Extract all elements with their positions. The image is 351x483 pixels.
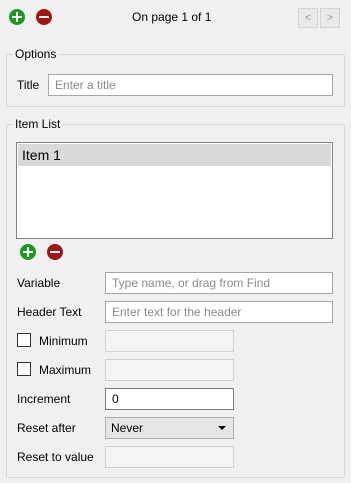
title-input[interactable] — [48, 74, 333, 96]
page-status: On page 1 of 1 — [132, 10, 212, 24]
reset-after-label: Reset after — [17, 421, 76, 435]
chevron-down-icon — [218, 426, 226, 430]
item-list-group-label: Item List — [12, 117, 64, 131]
title-label: Title — [17, 78, 40, 92]
minimum-label: Minimum — [39, 334, 88, 348]
reset-after-select[interactable]: Never — [105, 417, 234, 439]
list-item[interactable]: Item 1 — [18, 144, 331, 166]
next-page-button[interactable]: > — [320, 8, 340, 28]
variable-input[interactable] — [105, 272, 333, 294]
increment-label: Increment — [17, 392, 71, 406]
reset-to-value-label: Reset to value — [17, 450, 94, 464]
reset-to-value-input — [105, 446, 234, 468]
add-item-icon — [23, 247, 33, 257]
header-text-input[interactable] — [105, 301, 333, 323]
minimum-input — [105, 330, 234, 352]
minimum-checkbox[interactable] — [17, 333, 31, 347]
add-page-icon — [12, 12, 22, 22]
maximum-input — [105, 359, 234, 381]
header-text-label: Header Text — [17, 305, 82, 319]
item-listbox[interactable]: Item 1 — [16, 142, 333, 239]
remove-item-button[interactable] — [47, 244, 63, 260]
add-item-button[interactable] — [20, 244, 36, 260]
variable-label: Variable — [17, 276, 61, 290]
maximum-checkbox[interactable] — [17, 362, 31, 376]
reset-after-value: Never — [111, 421, 144, 435]
prev-page-button[interactable]: < — [298, 8, 318, 28]
options-group-label: Options — [12, 47, 60, 61]
maximum-label: Maximum — [39, 363, 92, 377]
increment-input[interactable] — [105, 388, 234, 410]
remove-item-icon — [50, 251, 60, 253]
remove-page-button[interactable] — [36, 9, 52, 25]
remove-page-icon — [39, 16, 49, 18]
add-page-button[interactable] — [9, 9, 25, 25]
